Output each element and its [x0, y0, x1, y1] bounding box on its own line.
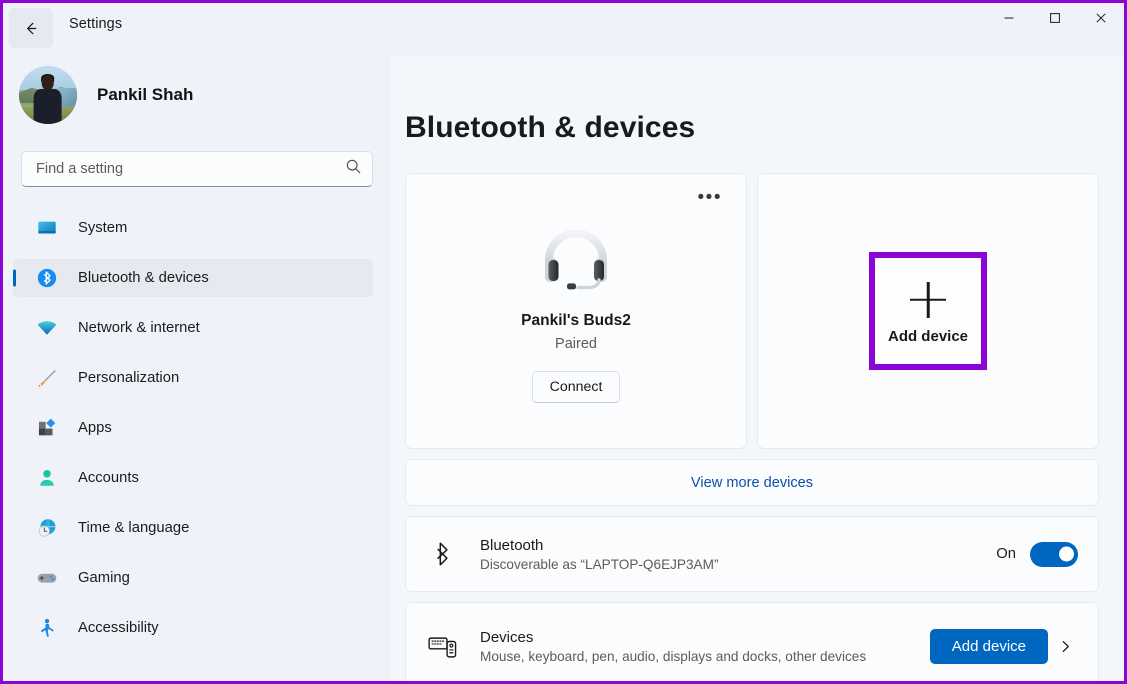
sidebar-item-label: Accounts [78, 470, 139, 486]
bluetooth-row-subtitle: Discoverable as “LAPTOP-Q6EJP3AM” [480, 557, 996, 572]
sidebar-item-system[interactable]: System [13, 209, 373, 247]
bluetooth-icon [35, 266, 59, 290]
bluetooth-toggle-row[interactable]: Bluetooth Discoverable as “LAPTOP-Q6EJP3… [405, 516, 1099, 592]
accessibility-person-icon [35, 616, 59, 640]
add-device-card[interactable]: Add device [757, 173, 1099, 449]
sidebar-item-accounts[interactable]: Accounts [13, 459, 373, 497]
back-arrow-icon [22, 19, 41, 38]
toggle-knob [1059, 547, 1074, 562]
sidebar-item-label: System [78, 220, 127, 236]
sidebar-item-gaming[interactable]: Gaming [13, 559, 373, 597]
connect-button[interactable]: Connect [532, 371, 620, 403]
bluetooth-row-title: Bluetooth [480, 537, 996, 554]
sidebar-item-accessibility[interactable]: Accessibility [13, 609, 373, 647]
close-icon [1095, 11, 1107, 29]
bluetooth-toggle-state-label: On [996, 546, 1016, 562]
devices-row-subtitle: Mouse, keyboard, pen, audio, displays an… [480, 649, 930, 664]
plus-icon [906, 278, 950, 322]
minimize-icon [1003, 11, 1015, 29]
sidebar-item-label: Network & internet [78, 320, 200, 336]
headset-icon [539, 230, 613, 292]
apps-tiles-icon [35, 416, 59, 440]
bluetooth-icon [428, 541, 458, 567]
person-icon [35, 466, 59, 490]
device-status: Paired [555, 336, 597, 352]
sidebar-item-bluetooth-devices[interactable]: Bluetooth & devices [13, 259, 373, 297]
overflow-menu-button[interactable]: ••• [692, 186, 728, 210]
page-title: Bluetooth & devices [405, 111, 1099, 145]
sidebar-item-label: Accessibility [78, 620, 159, 636]
close-button[interactable] [1078, 3, 1124, 36]
paintbrush-icon [35, 366, 59, 390]
gamepad-icon [35, 566, 59, 590]
sidebar-item-label: Apps [78, 420, 112, 436]
add-device-tile-label: Add device [888, 328, 968, 345]
sidebar-item-network-internet[interactable]: Network & internet [13, 309, 373, 347]
profile-section[interactable]: Pankil Shah [3, 55, 391, 135]
search-input[interactable] [36, 161, 345, 177]
maximize-icon [1049, 11, 1061, 29]
sidebar-item-apps[interactable]: Apps [13, 409, 373, 447]
view-more-devices-label: View more devices [691, 475, 813, 491]
window-controls [986, 3, 1124, 36]
devices-row[interactable]: Devices Mouse, keyboard, pen, audio, dis… [405, 602, 1099, 681]
sidebar-item-personalization[interactable]: Personalization [13, 359, 373, 397]
sidebar-nav: System Bluetooth & devices [3, 209, 391, 647]
search-box[interactable] [21, 151, 373, 187]
add-device-tile[interactable]: Add device [869, 252, 987, 370]
search-icon [345, 158, 362, 180]
maximize-button[interactable] [1032, 3, 1078, 36]
view-more-devices-row[interactable]: View more devices [405, 459, 1099, 506]
device-name: Pankil's Buds2 [521, 312, 631, 330]
system-monitor-icon [35, 216, 59, 240]
avatar [19, 66, 77, 124]
bluetooth-row-text: Bluetooth Discoverable as “LAPTOP-Q6EJP3… [480, 537, 996, 572]
clock-globe-icon [35, 516, 59, 540]
device-cards: ••• [405, 173, 1099, 449]
title-bar: Settings [3, 3, 1124, 55]
back-button[interactable] [9, 8, 53, 48]
devices-row-title: Devices [480, 629, 930, 646]
paired-device-card[interactable]: ••• [405, 173, 747, 449]
sidebar-item-label: Time & language [78, 520, 189, 536]
body: Pankil Shah [3, 55, 1124, 681]
sidebar-item-label: Personalization [78, 370, 179, 386]
main-content: Bluetooth & devices ••• [391, 55, 1124, 681]
search-section [3, 135, 391, 187]
sidebar: Pankil Shah [3, 55, 391, 681]
devices-row-text: Devices Mouse, keyboard, pen, audio, dis… [480, 629, 930, 664]
sidebar-item-label: Bluetooth & devices [78, 270, 209, 286]
sidebar-item-time-language[interactable]: Time & language [13, 509, 373, 547]
minimize-button[interactable] [986, 3, 1032, 36]
bluetooth-toggle[interactable] [1030, 542, 1078, 567]
devices-keyboard-icon [428, 633, 458, 659]
annotation-frame: Settings [0, 0, 1127, 684]
wifi-icon [35, 316, 59, 340]
profile-name: Pankil Shah [97, 85, 193, 105]
app-title: Settings [69, 16, 122, 32]
sidebar-item-label: Gaming [78, 570, 130, 586]
add-device-button[interactable]: Add device [930, 629, 1048, 664]
chevron-right-icon[interactable] [1048, 639, 1082, 654]
settings-window: Settings [3, 3, 1124, 681]
